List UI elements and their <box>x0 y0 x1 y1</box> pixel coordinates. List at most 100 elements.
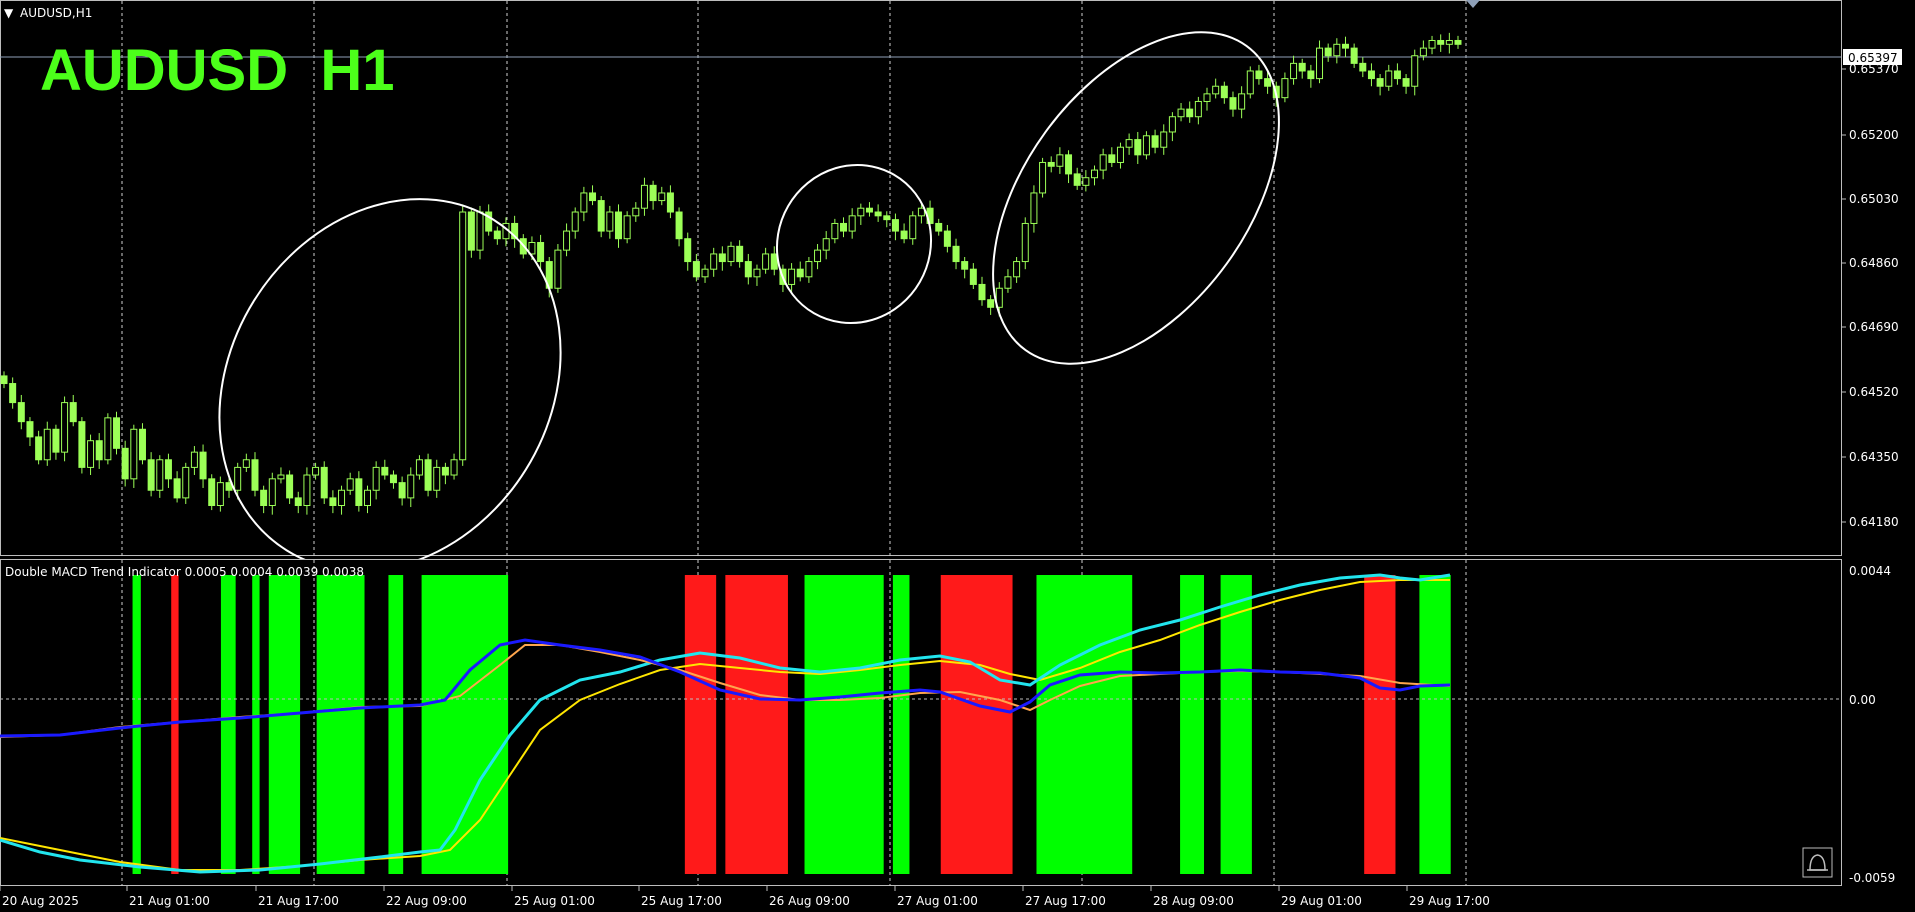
time-axis-label: 29 Aug 01:00 <box>1281 894 1362 908</box>
candle-bullish <box>1125 139 1133 148</box>
candle-bullish <box>450 459 458 476</box>
trend-block-up <box>804 575 884 874</box>
trend-block-down <box>684 575 717 874</box>
indicator-axis-label-bottom: -0.0059 <box>1849 871 1895 885</box>
candle-bullish <box>554 249 562 289</box>
price-axis-label: 0.64520 <box>1849 385 1899 399</box>
candle-bearish <box>113 417 121 449</box>
candle-bearish <box>736 245 744 263</box>
candle-bearish <box>381 466 389 476</box>
candle-bearish <box>208 478 216 507</box>
candle-bearish <box>987 299 995 308</box>
candle-bullish <box>277 474 285 480</box>
price-axis-label: 0.64860 <box>1849 256 1899 270</box>
candle-bearish <box>537 242 545 263</box>
trend-block-down <box>1364 575 1396 874</box>
candle-bearish <box>1264 78 1272 87</box>
candle-bullish <box>346 478 354 491</box>
trend-block-up <box>220 575 236 874</box>
candle-bearish <box>1065 154 1073 175</box>
time-axis-label: 27 Aug 01:00 <box>897 894 978 908</box>
candle-bullish <box>216 482 224 507</box>
candle-bearish <box>874 211 882 217</box>
candle-bullish <box>1290 62 1298 80</box>
candle-bullish <box>814 249 822 263</box>
candle-bearish <box>294 497 302 507</box>
candle-bearish <box>1359 62 1367 72</box>
candle-bullish <box>61 402 69 453</box>
candle-bullish <box>338 489 346 507</box>
indicator-axis-label-top: 0.0044 <box>1849 564 1891 578</box>
candle-bullish <box>909 215 917 240</box>
candle-bearish <box>1324 47 1332 57</box>
time-axis-label: 25 Aug 17:00 <box>641 894 722 908</box>
candle-bullish <box>710 253 718 270</box>
candle-bullish <box>1194 100 1202 118</box>
candle-bullish <box>805 261 813 278</box>
candle-bearish <box>164 459 172 480</box>
candle-bearish <box>1108 154 1116 163</box>
candle-bearish <box>614 211 622 240</box>
price-pane[interactable]: ▼ AUDUSD,H1 AUDUSD H1 <box>0 0 1842 635</box>
candle-bullish <box>1116 146 1124 163</box>
candle-bullish <box>1160 131 1168 148</box>
symbol-dropdown-arrow[interactable]: ▼ <box>4 6 14 20</box>
candle-bullish <box>1030 192 1038 224</box>
candle-bullish <box>1333 43 1341 57</box>
candle-bearish <box>1437 39 1445 45</box>
candle-bullish <box>658 192 666 202</box>
candle-bullish <box>364 489 371 507</box>
trend-block-down <box>171 575 179 874</box>
candle-bullish <box>312 466 320 476</box>
time-axis[interactable]: 20 Aug 2025 21 Aug 01:00 21 Aug 17:00 22 Au… <box>0 886 1490 908</box>
candle-bullish <box>1246 70 1254 95</box>
candle-bearish <box>649 184 657 202</box>
candle-bearish <box>260 489 268 507</box>
candle-bearish <box>1341 43 1349 49</box>
candle-bullish <box>1082 177 1090 186</box>
trend-block-down <box>940 575 1013 874</box>
candle-bullish <box>1419 47 1427 57</box>
candle-bullish <box>190 451 198 468</box>
candle-bearish <box>121 447 129 480</box>
candle-bullish <box>1013 261 1021 278</box>
time-axis-label: 21 Aug 17:00 <box>258 894 339 908</box>
trend-block-up <box>1220 575 1252 874</box>
candle-bullish <box>701 268 709 278</box>
indicator-pane[interactable]: Double MACD Trend Indicator 0.0005 0.000… <box>0 559 1895 887</box>
candle-bearish <box>1134 139 1142 156</box>
candle-bearish <box>935 222 943 232</box>
candle-bullish <box>415 459 423 476</box>
candle-bearish <box>199 451 207 480</box>
candle-bearish <box>796 268 804 278</box>
candle-bearish <box>952 245 960 263</box>
candle-bullish <box>571 211 579 232</box>
candle-bearish <box>883 215 891 221</box>
candle-bearish <box>1393 70 1401 80</box>
candle-bearish <box>52 428 60 453</box>
candle-bullish <box>156 459 164 491</box>
candle-bullish <box>1091 169 1098 179</box>
candle-bullish <box>1177 108 1185 118</box>
trend-block-up <box>316 575 365 874</box>
trading-chart[interactable]: ▼ AUDUSD,H1 AUDUSD H1 0.653700.652000.65… <box>0 0 1915 912</box>
candle-bullish <box>788 268 796 285</box>
candle-bullish <box>762 253 770 270</box>
candle-bearish <box>329 497 337 507</box>
price-axis-label: 0.64690 <box>1849 320 1899 334</box>
candle-bearish <box>961 261 969 270</box>
candle-bearish <box>1350 47 1358 64</box>
candle-bearish <box>1376 78 1384 87</box>
candle-bearish <box>900 230 908 240</box>
candle-bullish <box>623 215 631 240</box>
candle-bearish <box>251 459 259 491</box>
candle-bearish <box>1367 70 1375 80</box>
current-price-label: 0.65397 <box>1848 51 1898 65</box>
time-axis-label: 28 Aug 09:00 <box>1153 894 1234 908</box>
price-axis[interactable]: 0.653700.652000.650300.648600.646900.645… <box>1842 49 1902 529</box>
candle-bearish <box>943 230 951 247</box>
candle-bullish <box>1168 116 1176 133</box>
candle-bullish <box>234 466 242 491</box>
candle-bullish <box>407 474 415 499</box>
time-axis-label: 22 Aug 09:00 <box>386 894 467 908</box>
